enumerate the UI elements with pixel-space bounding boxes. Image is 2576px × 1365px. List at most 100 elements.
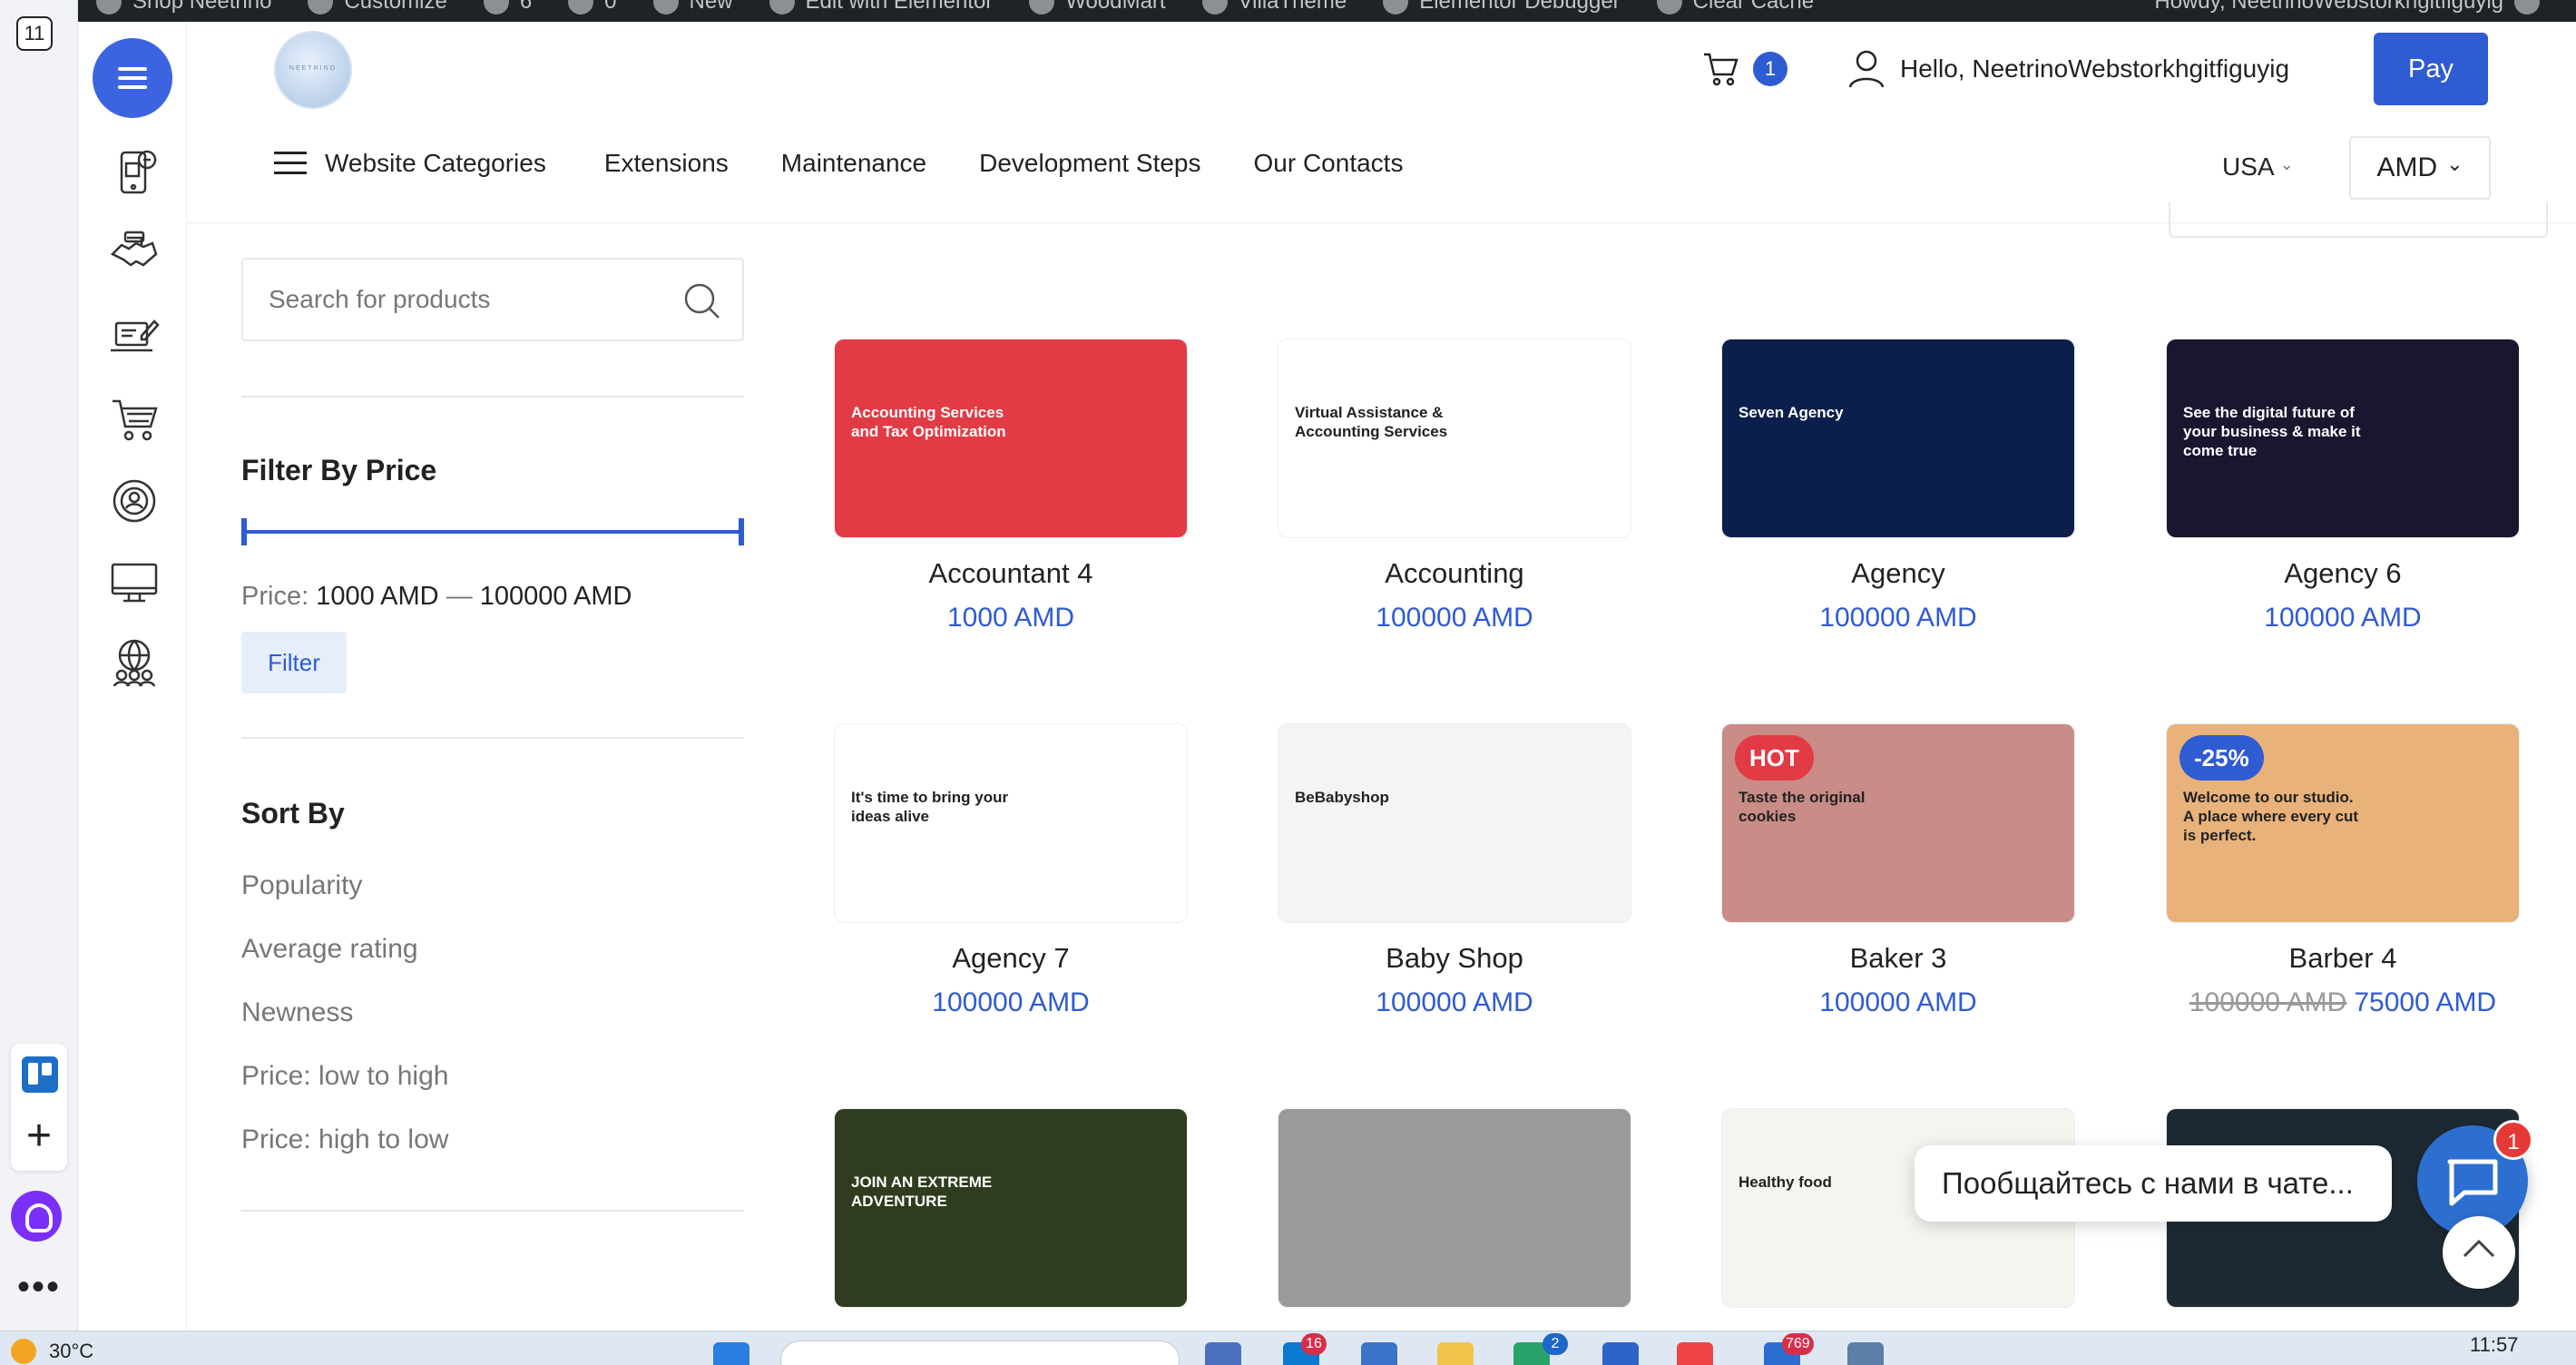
nav-link-development-steps[interactable]: Development Steps — [979, 149, 1200, 178]
trello-icon[interactable] — [22, 1056, 58, 1093]
filter-button[interactable]: Filter — [241, 632, 347, 693]
nav-link-our-contacts[interactable]: Our Contacts — [1254, 149, 1404, 178]
assistant-icon[interactable] — [11, 1191, 62, 1242]
chat-prompt-bubble[interactable]: Пообщайтесь с нами в чате... — [1915, 1145, 2392, 1222]
add-app-icon[interactable]: + — [11, 1115, 67, 1158]
category-icon-rail — [78, 22, 187, 1331]
product-name[interactable]: Accounting — [1242, 557, 1667, 590]
country-select[interactable]: USA — [2222, 152, 2294, 182]
handshake-icon[interactable] — [109, 227, 160, 278]
cart-button[interactable]: 1 — [1702, 51, 1788, 87]
admin-bar-item-label: Shop Neetrino — [132, 0, 272, 14]
thumbnail-headline: It's time to bring your ideas alive — [851, 789, 1009, 825]
sort-option-popularity[interactable]: Popularity — [241, 870, 746, 901]
product-search-input[interactable] — [269, 281, 650, 318]
taskbar-search[interactable] — [780, 1340, 1180, 1365]
admin-bar-item[interactable]: Elementor Debugger — [1383, 0, 1621, 15]
admin-avatar-icon[interactable] — [2514, 0, 2540, 15]
orderby-dropdown-partial[interactable] — [2169, 201, 2548, 238]
nav-link-maintenance[interactable]: Maintenance — [781, 149, 926, 178]
laptop-edit-icon[interactable] — [109, 310, 160, 361]
price-range-slider — [241, 518, 744, 545]
product-price: 100000 AMD — [2112, 603, 2573, 633]
admin-bar-item-label: Customize — [344, 0, 447, 14]
admin-bar-item[interactable]: Shop Neetrino — [96, 0, 271, 15]
product-thumbnail[interactable]: Welcome to our studio. A place where eve… — [2167, 724, 2519, 922]
thumbnail-headline: Taste the original cookies — [1739, 789, 1866, 825]
sort-option-price-low-high[interactable]: Price: low to high — [241, 1061, 746, 1092]
admin-bar-howdy[interactable]: Howdy, NeetrinoWebstorkhgitfiguyig — [2154, 0, 2540, 15]
product-name[interactable]: Agency — [1686, 557, 2111, 590]
menu-toggle-button[interactable] — [93, 38, 172, 118]
price-slider-max-handle[interactable] — [739, 518, 744, 545]
cart-category-icon[interactable] — [109, 394, 160, 445]
product-thumbnail[interactable]: JOIN AN EXTREME ADVENTURE — [835, 1109, 1187, 1307]
admin-bar-item[interactable]: VillaTheme — [1201, 0, 1347, 15]
price-range-text: Price: 1000 AMD — 100000 AMD — [241, 582, 746, 612]
product-thumbnail[interactable]: See the digital future of your business … — [2167, 339, 2519, 537]
store-icon[interactable] — [1361, 1342, 1397, 1365]
outlook-badge: 16 — [1301, 1333, 1327, 1355]
price-slider-track — [241, 530, 744, 534]
website-categories-menu[interactable]: Website Categories — [274, 149, 546, 178]
divider — [241, 1210, 744, 1212]
product-name[interactable]: Baker 3 — [1686, 942, 2111, 975]
shop-sidebar: Filter By Price Price: 1000 AMD — 100000… — [241, 258, 746, 1212]
product-thumbnail[interactable] — [1278, 1109, 1631, 1307]
admin-bar-item[interactable]: New — [652, 0, 733, 15]
search-icon[interactable] — [682, 281, 720, 319]
product-price: 100000 AMD — [1224, 603, 1685, 633]
product-current-price: 100000 AMD — [1819, 987, 1977, 1017]
taskbar-clock[interactable]: 11:57 — [2470, 1333, 2518, 1357]
greeting-text[interactable]: Hello, NeetrinoWebstorkhgitfiguyig — [1900, 54, 2289, 83]
product-thumbnail[interactable]: Seven Agency — [1722, 339, 2074, 537]
more-icon[interactable]: ••• — [0, 1269, 78, 1305]
product-name[interactable]: Barber 4 — [2130, 942, 2555, 975]
admin-bar-item[interactable]: WoodMart — [1029, 0, 1166, 15]
sort-option-newness[interactable]: Newness — [241, 997, 746, 1028]
product-name[interactable]: Accountant 4 — [798, 557, 1223, 590]
admin-bar-item-label: Elementor Debugger — [1419, 0, 1621, 14]
price-slider-min-handle[interactable] — [241, 518, 247, 545]
pay-button[interactable]: Pay — [2374, 33, 2488, 105]
copilot-icon[interactable] — [1205, 1342, 1241, 1365]
user-icon — [1848, 50, 1885, 88]
admin-bar-item[interactable]: 0 — [568, 0, 617, 15]
weather-widget[interactable]: 30°C — [11, 1339, 93, 1364]
sort-option-average-rating[interactable]: Average rating — [241, 934, 746, 965]
thumbnail-headline: JOIN AN EXTREME ADVENTURE — [851, 1174, 993, 1210]
site-logo[interactable]: NEETRINO — [274, 31, 352, 109]
admin-bar-item[interactable]: Edit with Elementor — [769, 0, 993, 15]
product-thumbnail[interactable]: BeBabyshop — [1278, 724, 1631, 922]
product-thumbnail[interactable]: Taste the original cookies HOT — [1722, 724, 2074, 922]
sort-option-price-high-low[interactable]: Price: high to low — [241, 1124, 746, 1155]
account-link[interactable]: Hello, NeetrinoWebstorkhgitfiguyig — [1847, 49, 2289, 89]
mobile-app-icon[interactable] — [109, 147, 160, 198]
nav-link-extensions[interactable]: Extensions — [604, 149, 729, 178]
howdy-text[interactable]: Howdy, NeetrinoWebstorkhgitfiguyig — [2154, 0, 2503, 15]
product-thumbnail[interactable]: It's time to bring your ideas alive — [835, 724, 1187, 922]
teams-icon[interactable] — [1602, 1342, 1639, 1365]
product-thumbnail[interactable]: Virtual Assistance & Accounting Services — [1278, 339, 1631, 537]
admin-bar-item[interactable]: Clear Cache — [1656, 0, 1814, 15]
monitor-icon[interactable] — [109, 557, 160, 608]
product-name[interactable]: Agency 7 — [798, 942, 1223, 975]
explorer-icon[interactable] — [1437, 1342, 1474, 1365]
temperature-text: 30°C — [49, 1340, 94, 1362]
product-current-price: 1000 AMD — [946, 603, 1075, 633]
global-team-icon[interactable] — [109, 637, 160, 688]
product-name[interactable]: Agency 6 — [2130, 557, 2555, 590]
support-icon[interactable] — [109, 476, 160, 526]
tab-count-button[interactable]: 11 — [16, 16, 53, 51]
admin-bar-item[interactable]: 6 — [483, 0, 532, 15]
vpn-icon[interactable] — [1847, 1342, 1884, 1365]
divider — [241, 737, 744, 739]
product-name[interactable]: Baby Shop — [1242, 942, 1667, 975]
windows-start-icon[interactable] — [713, 1342, 749, 1365]
scroll-to-top-button[interactable] — [2443, 1216, 2515, 1289]
admin-bar-item[interactable]: Customize — [308, 0, 447, 15]
product-thumbnail[interactable]: Accounting Services and Tax Optimization — [835, 339, 1187, 537]
currency-select[interactable]: AMD — [2349, 136, 2491, 200]
opera-icon[interactable] — [1677, 1342, 1713, 1365]
admin-bar-item-icon — [308, 0, 334, 15]
